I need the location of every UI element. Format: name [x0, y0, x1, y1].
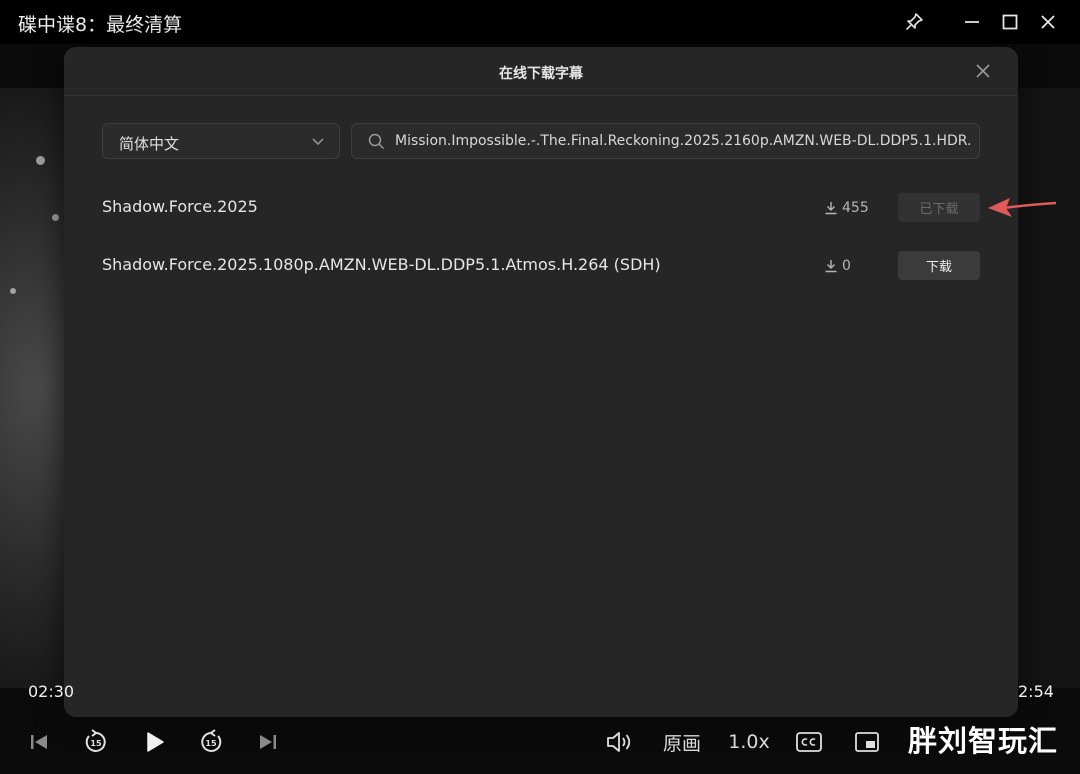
forward-15-icon[interactable]: 15: [197, 727, 225, 757]
close-icon: [976, 64, 990, 78]
title-bar: 碟中谍8：最终清算: [0, 0, 1080, 44]
language-select[interactable]: 简体中文: [102, 123, 340, 159]
video-dot: [52, 214, 59, 221]
video-dot: [10, 288, 16, 294]
pin-icon[interactable]: [902, 10, 926, 34]
download-count: 0: [824, 258, 851, 274]
maximize-icon[interactable]: [998, 10, 1022, 34]
pip-icon[interactable]: [852, 727, 882, 757]
search-box[interactable]: [351, 123, 980, 159]
download-count-value: 0: [842, 258, 851, 274]
result-row: Shadow.Force.2025.1080p.AMZN.WEB-DL.DDP5…: [102, 251, 980, 281]
download-count: 455: [824, 200, 869, 216]
total-time: 2:54: [1018, 682, 1054, 701]
result-name: Shadow.Force.2025: [102, 197, 258, 216]
result-row: Shadow.Force.2025 455 已下载: [102, 193, 980, 223]
close-icon[interactable]: [1036, 10, 1060, 34]
captions-icon[interactable]: [794, 727, 824, 757]
quality-button[interactable]: 原画: [660, 727, 704, 757]
speed-button[interactable]: 1.0x: [726, 727, 772, 757]
rewind-seconds: 15: [90, 739, 102, 748]
video-dot: [36, 156, 45, 165]
window-title: 碟中谍8：最终清算: [18, 14, 183, 36]
annotation-arrow: [988, 198, 1057, 217]
search-icon: [368, 133, 385, 150]
forward-seconds: 15: [205, 739, 217, 748]
subtitle-download-dialog: 在线下载字幕 简体中文 Shadow.Force.2025 455 已下载 Sh…: [64, 47, 1018, 717]
play-icon[interactable]: [142, 727, 168, 757]
watermark-text: 胖刘智玩汇: [908, 724, 1059, 758]
volume-icon[interactable]: [604, 727, 636, 757]
rewind-15-icon[interactable]: 15: [82, 727, 110, 757]
chevron-down-icon: [312, 138, 324, 146]
download-count-icon: [825, 260, 837, 273]
skip-previous-icon[interactable]: [26, 727, 52, 757]
download-button[interactable]: 下载: [898, 251, 980, 280]
dialog-title: 在线下载字幕: [499, 66, 583, 82]
dialog-divider: [64, 95, 1018, 96]
skip-next-icon[interactable]: [255, 727, 281, 757]
dialog-close-button[interactable]: [974, 62, 992, 80]
downloaded-button[interactable]: 已下载: [898, 193, 980, 222]
result-name: Shadow.Force.2025.1080p.AMZN.WEB-DL.DDP5…: [102, 255, 661, 274]
download-count-value: 455: [842, 200, 869, 216]
download-count-icon: [825, 202, 837, 215]
current-time: 02:30: [28, 682, 75, 701]
minimize-icon[interactable]: [960, 10, 984, 34]
search-input[interactable]: [395, 124, 970, 158]
language-value: 简体中文: [119, 135, 180, 153]
